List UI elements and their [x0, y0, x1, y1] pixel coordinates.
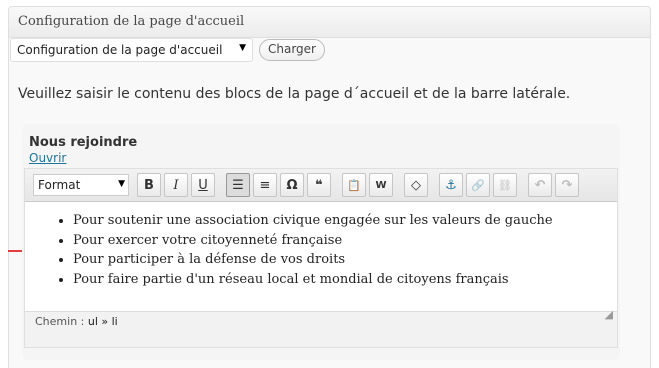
rich-text-editor: Format ▼ B I U ☰ ≡ Ω ❝ 📋 W ◇ ⚓ 🔗 ⛓ ↶ ↷ •…: [24, 168, 618, 348]
paste-word-button[interactable]: W: [369, 173, 393, 197]
list-item: Pour exercer votre citoyenneté française: [73, 231, 617, 251]
underline-icon: U: [198, 177, 208, 193]
list-item: Pour soutenir une association civique en…: [73, 211, 617, 231]
link-button[interactable]: 🔗: [466, 173, 490, 197]
format-select-value: Format: [38, 178, 81, 192]
omega-icon: Ω: [286, 177, 298, 193]
resize-handle-icon[interactable]: ◢: [605, 308, 613, 321]
underline-button[interactable]: U: [191, 173, 215, 197]
path-label: Chemin :: [35, 315, 85, 328]
remove-format-button[interactable]: ◇: [404, 173, 428, 197]
bold-button[interactable]: B: [137, 173, 161, 197]
unlink-icon: ⛓: [498, 178, 512, 192]
special-char-button[interactable]: Ω: [280, 173, 304, 197]
blockquote-button[interactable]: ❝: [307, 173, 331, 197]
open-link[interactable]: Ouvrir: [29, 151, 66, 165]
intro-text: Veuillez saisir le contenu des blocs de …: [18, 86, 571, 102]
paste-word-icon: W: [375, 179, 387, 191]
config-select[interactable]: Configuration de la page d'accueil ▼: [10, 38, 253, 62]
load-button[interactable]: Charger: [259, 39, 325, 61]
format-select[interactable]: Format ▼: [33, 174, 129, 196]
undo-button[interactable]: ↶: [528, 173, 552, 197]
paste-text-button[interactable]: 📋: [342, 173, 366, 197]
config-loader: Configuration de la page d'accueil ▼ Cha…: [10, 38, 325, 62]
paste-text-icon: 📋: [347, 178, 361, 192]
anchor-icon: ⚓: [445, 177, 457, 193]
redo-icon: ↷: [561, 177, 573, 193]
undo-icon: ↶: [534, 177, 546, 193]
list-item: Pour participer à la défense de vos droi…: [73, 250, 617, 270]
chevron-down-icon: ▼: [239, 43, 246, 53]
editor-statusbar: Chemin : ul » li ◢: [25, 308, 617, 347]
redo-button[interactable]: ↷: [555, 173, 579, 197]
list-item: Pour faire partie d'un réseau local et m…: [73, 270, 617, 290]
unlink-button[interactable]: ⛓: [493, 173, 517, 197]
element-path[interactable]: ul » li: [88, 315, 118, 328]
editor-toolbar: Format ▼ B I U ☰ ≡ Ω ❝ 📋 W ◇ ⚓ 🔗 ⛓ ↶ ↷: [25, 169, 617, 202]
chevron-down-icon: ▼: [118, 179, 125, 189]
bullet-list-button[interactable]: ☰: [226, 173, 250, 197]
panel-title: Configuration de la page d'accueil: [9, 7, 650, 38]
bold-icon: B: [144, 177, 154, 193]
numbered-list-button[interactable]: ≡: [253, 173, 277, 197]
eraser-icon: ◇: [411, 177, 421, 193]
link-icon: 🔗: [471, 178, 485, 192]
anchor-button[interactable]: ⚓: [439, 173, 463, 197]
italic-icon: I: [173, 177, 179, 193]
join-block: Nous rejoindre Ouvrir Format ▼ B I U ☰ ≡…: [22, 124, 620, 360]
bullet-list-icon: ☰: [232, 177, 244, 193]
block-title: Nous rejoindre: [29, 135, 138, 150]
numbered-list-icon: ≡: [259, 177, 271, 193]
bullet-list: Pour soutenir une association civique en…: [73, 211, 617, 289]
editor-content[interactable]: Pour soutenir une association civique en…: [25, 203, 617, 311]
config-select-value: Configuration de la page d'accueil: [17, 43, 223, 57]
quote-icon: ❝: [315, 177, 323, 193]
italic-button[interactable]: I: [164, 173, 188, 197]
